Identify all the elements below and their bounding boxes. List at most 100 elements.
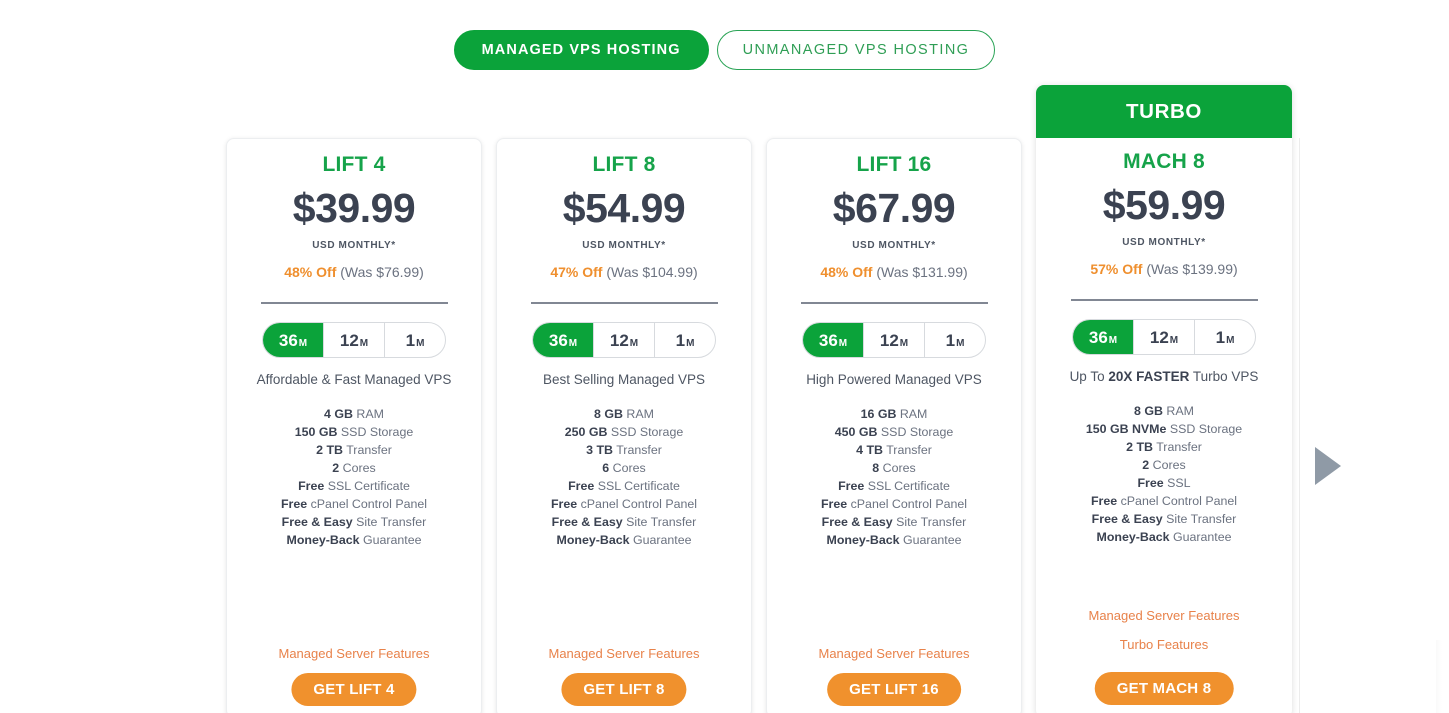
term-option-36m[interactable]: 36 M [1073,320,1133,354]
term-option-12m[interactable]: 12 M [593,323,654,357]
card-body: MACH 8 $59.99 USD MONTHLY* 57% Off (Was $13… [1036,150,1292,546]
feature-value: Free [1090,494,1118,508]
term-value: 1 [945,331,956,350]
feature-label: RAM [622,407,654,421]
card-body: LIFT 4 $39.99 USD MONTHLY* 48% Off (Was $76… [227,153,481,549]
term-unit: M [416,338,425,349]
term-value: 12 [879,331,899,350]
feature-item: 8 Cores [781,459,1007,477]
term-option-1m[interactable]: 1M [654,323,715,357]
term-option-1m[interactable]: 1M [384,323,445,357]
feature-label: Transfer [342,443,392,457]
feature-label: RAM [352,407,384,421]
card-divider [800,302,988,304]
card-divider [530,302,718,304]
billing-term-toggle[interactable]: 36 M 12 M 1 M [802,322,986,358]
feature-item: Money-Back Guarantee [511,531,737,549]
term-option-36m[interactable]: 36 M [263,323,323,357]
term-unit: M [1108,335,1118,346]
feature-value: 8 GB [594,407,623,421]
term-option-12m[interactable]: 12 M [323,323,384,357]
price-period-label: USD MONTHLY* [312,240,396,251]
term-value: 36 [818,331,838,350]
tagline-prefix: Up To [1069,369,1109,384]
feature-value: Money-Back [1096,530,1170,544]
feature-label: RAM [896,407,928,421]
feature-item: 4 TB Transfer [781,441,1007,459]
card-divider [260,302,448,304]
term-option-12m[interactable]: 12 M [1133,320,1194,354]
feature-value: 150 GB NVMe [1085,422,1167,436]
term-value: 36 [1088,328,1108,347]
feature-item: 6 Cores [511,459,737,477]
plan-name: LIFT 8 [592,153,656,176]
feature-item: Money-Back Guarantee [1050,528,1278,546]
feature-label: Guarantee [629,533,692,547]
term-option-1m[interactable]: 1M [1194,320,1255,354]
feature-label: SSL Certificate [864,479,950,493]
original-price: (Was $139.99) [1146,261,1238,277]
price-period-label: USD MONTHLY* [852,240,936,251]
feature-label: cPanel Control Panel [577,497,698,511]
feature-item: 2 TB Transfer [1050,438,1278,456]
feature-item: 8 GB RAM [1050,402,1278,420]
triangle-right-icon[interactable] [1315,447,1341,485]
term-option-12m[interactable]: 12 M [863,323,924,357]
feature-item: 3 TB Transfer [511,441,737,459]
feature-label: Guarantee [899,533,962,547]
carousel-divider [1299,138,1300,713]
feature-link[interactable]: Turbo Features [1036,630,1292,659]
feature-list: 4 GB RAM 150 GB SSD Storage 2 TB Transfer 2… [241,405,467,549]
billing-term-toggle[interactable]: 36 M 12 M 1 M [262,322,446,358]
feature-links: Managed Server Features [497,639,751,668]
plan-tagline: Best Selling Managed VPS [511,372,737,387]
feature-label: Guarantee [359,533,422,547]
pricing-card: LIFT 16 $67.99 USD MONTHLY* 48% Off (Was $1… [766,138,1022,713]
feature-label: Site Transfer [1162,512,1237,526]
feature-link[interactable]: Managed Server Features [497,639,751,668]
feature-label: Site Transfer [352,515,427,529]
feature-link[interactable]: Managed Server Features [227,639,481,668]
feature-item: Money-Back Guarantee [241,531,467,549]
feature-item: Free SSL Certificate [781,477,1007,495]
feature-label: Transfer [882,443,932,457]
card-body: LIFT 16 $67.99 USD MONTHLY* 48% Off (Was $1… [767,153,1021,549]
plan-cta-button[interactable]: GET LIFT 8 [561,673,687,706]
plan-cta-button[interactable]: GET LIFT 4 [291,673,417,706]
plan-tagline: Up To 20X FASTER Turbo VPS [1050,369,1278,384]
term-option-36m[interactable]: 36 M [803,323,863,357]
term-value: 1 [405,331,416,350]
plan-name: LIFT 4 [322,153,386,176]
feature-item: Free cPanel Control Panel [241,495,467,513]
card-divider [1070,299,1258,301]
term-option-1m[interactable]: 1M [924,323,985,357]
plan-price: $67.99 [832,185,956,231]
pricing-card: LIFT 4 $39.99 USD MONTHLY* 48% Off (Was $76… [226,138,482,713]
term-unit: M [686,338,695,349]
tagline-prefix: Best Selling Managed VPS [542,372,706,387]
feature-value: 2 TB [1126,440,1153,454]
feature-value: 150 GB [294,425,338,439]
term-option-36m[interactable]: 36 M [533,323,593,357]
feature-links: Managed Server Features [767,639,1021,668]
term-value: 1 [675,331,686,350]
feature-item: 150 GB SSD Storage [241,423,467,441]
term-unit: M [1169,335,1179,346]
pricing-cards-carousel: LIFT 4 $39.99 USD MONTHLY* 48% Off (Was $76… [0,0,1449,713]
plan-cta-button[interactable]: GET LIFT 16 [827,673,961,706]
term-unit: M [838,338,848,349]
feature-link[interactable]: Managed Server Features [1036,601,1292,630]
billing-term-toggle[interactable]: 36 M 12 M 1 M [532,322,716,358]
pricing-card: LIFT 8 $54.99 USD MONTHLY* 47% Off (Was $10… [496,138,752,713]
feature-value: Free [298,479,325,493]
discount-percent: 57% Off [1090,261,1143,277]
feature-link[interactable]: Managed Server Features [767,639,1021,668]
billing-term-toggle[interactable]: 36 M 12 M 1 M [1072,319,1256,355]
term-value: 36 [278,331,298,350]
plan-price: $59.99 [1102,182,1226,228]
plan-cta-button[interactable]: GET MACH 8 [1094,672,1234,705]
feature-value: Free [820,497,848,511]
feature-value: Free & Easy [281,515,353,529]
term-value: 12 [1149,328,1169,347]
feature-value: Money-Back [286,533,360,547]
